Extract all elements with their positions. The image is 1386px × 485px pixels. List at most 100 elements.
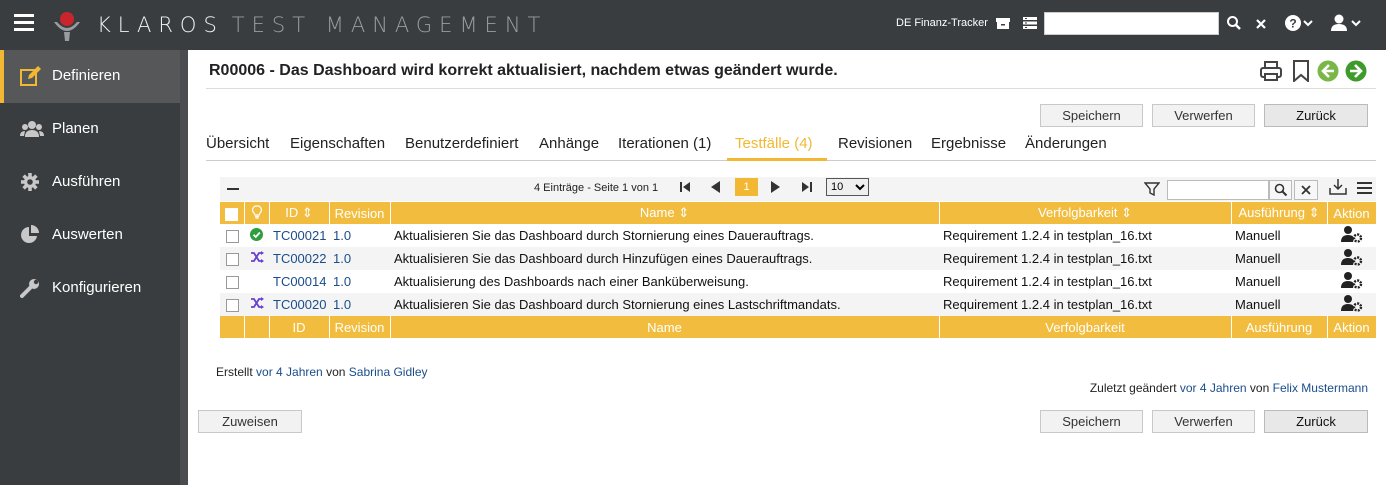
table-search-button[interactable]: [1269, 180, 1292, 200]
row-revision[interactable]: 1.0: [329, 247, 390, 270]
user-settings-icon[interactable]: [1340, 294, 1363, 312]
tab-benutzerdefiniert[interactable]: Benutzerdefiniert: [405, 135, 518, 152]
row-checkbox[interactable]: [225, 230, 239, 244]
created-by-link[interactable]: Sabrina Gidley: [349, 365, 428, 379]
row-id[interactable]: TC00021: [269, 224, 329, 247]
sidebar-item-konfigurieren[interactable]: Konfigurieren: [0, 262, 180, 315]
row-id[interactable]: TC00020: [269, 293, 329, 316]
top-bar: KLAROS TEST MANAGEMENT DE Finanz-Tracker …: [0, 0, 1386, 50]
shuffle-icon: [250, 297, 264, 309]
page-size-select[interactable]: 10 20 50 100: [826, 178, 869, 196]
row-select-cell[interactable]: [220, 270, 244, 293]
row-action-cell[interactable]: [1327, 247, 1376, 270]
tab-revisionen[interactable]: Revisionen: [838, 135, 912, 152]
current-page[interactable]: 1: [735, 178, 758, 196]
search-icon: [1274, 183, 1288, 197]
revision-column-footer: Revision: [329, 316, 391, 338]
global-search-clear-button[interactable]: [1248, 12, 1273, 35]
row-id[interactable]: TC00022: [269, 247, 329, 270]
tab-aenderungen[interactable]: Änderungen: [1025, 135, 1107, 152]
tab-testfaelle[interactable]: Testfälle (4): [735, 135, 813, 152]
name-column-header[interactable]: Name ⇕: [390, 202, 940, 224]
table-search-input[interactable]: [1167, 180, 1269, 200]
table-search-clear-button[interactable]: [1294, 180, 1318, 200]
row-id[interactable]: TC00014: [269, 270, 329, 293]
row-action-cell[interactable]: [1327, 293, 1376, 316]
revision-column-header[interactable]: Revision: [329, 202, 391, 224]
execution-column-header[interactable]: Ausführung ⇕: [1231, 202, 1328, 224]
first-page-icon[interactable]: [678, 180, 692, 194]
server-list-icon[interactable]: [1022, 15, 1038, 31]
tab-uebersicht[interactable]: Übersicht: [206, 135, 269, 152]
save-button-top[interactable]: Speichern: [1040, 104, 1143, 127]
row-action-cell[interactable]: [1327, 270, 1376, 293]
row-checkbox[interactable]: [225, 276, 239, 290]
sidebar-item-planen[interactable]: Planen: [0, 103, 180, 156]
row-name: Aktualisierung des Dashboards nach einer…: [390, 270, 939, 293]
menu-hamburger-icon[interactable]: [14, 14, 34, 34]
row-revision[interactable]: 1.0: [329, 270, 390, 293]
tab-ergebnisse[interactable]: Ergebnisse: [931, 135, 1006, 152]
bookmark-icon[interactable]: [1290, 60, 1312, 82]
print-icon[interactable]: [1260, 60, 1282, 82]
sidebar-item-definieren[interactable]: Definieren: [0, 50, 180, 103]
next-item-icon[interactable]: [1345, 60, 1367, 82]
row-revision[interactable]: 1.0: [329, 224, 390, 247]
row-select-cell[interactable]: [220, 247, 244, 270]
export-icon[interactable]: [1329, 178, 1347, 196]
sidebar-item-label: Ausführen: [52, 173, 121, 190]
previous-item-icon[interactable]: [1317, 60, 1339, 82]
row-select-cell[interactable]: [220, 224, 244, 247]
created-when-link[interactable]: vor 4 Jahren: [256, 365, 323, 379]
lightbulb-icon: [251, 204, 262, 219]
user-settings-icon[interactable]: [1340, 225, 1363, 243]
row-revision[interactable]: 1.0: [329, 293, 390, 316]
back-button-top[interactable]: Zurück: [1264, 104, 1368, 127]
help-icon[interactable]: ?: [1284, 14, 1314, 32]
assign-button[interactable]: Zuweisen: [198, 410, 302, 433]
table-row: TC00020 1.0 Aktualisieren Sie das Dashbo…: [220, 293, 1376, 316]
status-header: [244, 202, 270, 224]
row-execution: Manuell: [1231, 270, 1327, 293]
table-row: TC00014 1.0 Aktualisierung des Dashboard…: [220, 270, 1376, 293]
sidebar-item-auswerten[interactable]: Auswerten: [0, 209, 180, 262]
select-all-header[interactable]: [220, 202, 245, 224]
filter-icon[interactable]: [1144, 181, 1160, 197]
select-all-checkbox[interactable]: [225, 207, 239, 221]
sidebar-item-label: Auswerten: [52, 226, 123, 243]
sidebar-item-label: Konfigurieren: [52, 279, 142, 296]
discard-button-top[interactable]: Verwerfen: [1152, 104, 1255, 127]
previous-page-icon[interactable]: [708, 180, 722, 194]
global-search-button[interactable]: [1220, 12, 1247, 35]
trace-column-header[interactable]: Verfolgbarkeit ⇕: [939, 202, 1232, 224]
row-select-cell[interactable]: [220, 293, 244, 316]
changed-by-link[interactable]: Felix Mustermann: [1273, 381, 1368, 395]
next-page-icon[interactable]: [769, 180, 783, 194]
tab-iterationen[interactable]: Iterationen (1): [618, 135, 711, 152]
collapse-icon[interactable]: [227, 188, 239, 191]
id-column-footer: ID: [269, 316, 330, 338]
tab-anhaenge[interactable]: Anhänge: [539, 135, 599, 152]
user-menu-icon[interactable]: [1330, 14, 1362, 32]
row-action-cell[interactable]: [1327, 224, 1376, 247]
id-column-header[interactable]: ID ⇕: [269, 202, 330, 224]
sidebar-item-ausfuehren[interactable]: Ausführen: [0, 156, 180, 209]
global-search-input[interactable]: [1044, 12, 1219, 35]
back-button-bottom[interactable]: Zurück: [1264, 410, 1368, 433]
column-menu-icon[interactable]: [1357, 182, 1372, 195]
user-settings-icon[interactable]: [1340, 271, 1363, 289]
changed-when-link[interactable]: vor 4 Jahren: [1180, 381, 1247, 395]
discard-button-bottom[interactable]: Verwerfen: [1152, 410, 1255, 433]
project-name[interactable]: DE Finanz-Tracker: [896, 17, 988, 29]
wrench-icon: [20, 279, 39, 298]
last-page-icon[interactable]: [800, 180, 814, 194]
row-status-cell: [244, 247, 269, 270]
action-column-header: Aktion: [1327, 202, 1377, 224]
user-settings-icon[interactable]: [1340, 248, 1363, 266]
row-name: Aktualisieren Sie das Dashboard durch St…: [390, 293, 939, 316]
tab-eigenschaften[interactable]: Eigenschaften: [290, 135, 385, 152]
row-checkbox[interactable]: [225, 253, 239, 267]
archive-icon[interactable]: [995, 15, 1011, 31]
row-checkbox[interactable]: [225, 299, 239, 313]
save-button-bottom[interactable]: Speichern: [1040, 410, 1143, 433]
